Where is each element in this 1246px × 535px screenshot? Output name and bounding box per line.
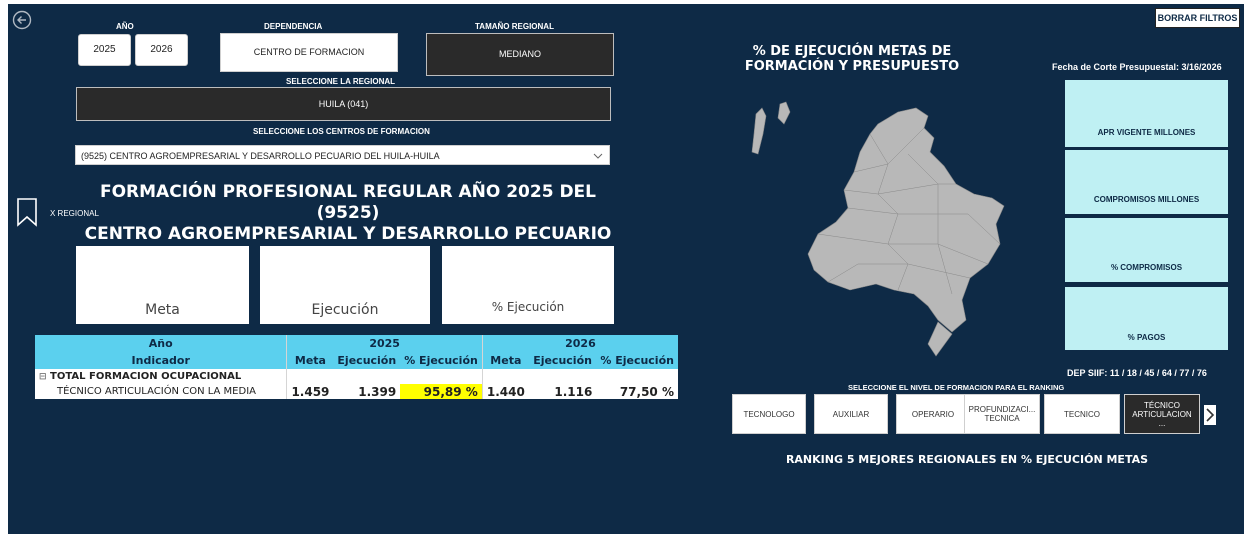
ranking-title: RANKING 5 MEJORES REGIONALES EN % EJECUC… bbox=[785, 453, 1149, 466]
table-subheader-row: Indicador Meta Ejecución % Ejecución Met… bbox=[35, 352, 678, 369]
nivel-auxiliar-button[interactable]: AUXILIAR bbox=[814, 394, 888, 434]
col-pct-2026: % Ejecución bbox=[596, 352, 678, 369]
matrix-table: Año 2025 2026 Indicador Meta Ejecución %… bbox=[35, 335, 678, 399]
nivel-tecnologo-button[interactable]: TECNOLOGO bbox=[732, 394, 806, 434]
map-title-line2: FORMACIÓN Y PRESUPUESTO bbox=[744, 59, 960, 74]
kpi-pct-compromisos: % COMPROMISOS bbox=[1065, 218, 1228, 282]
regional-slicer[interactable]: HUILA (041) bbox=[76, 87, 611, 121]
meta-card: Meta bbox=[76, 246, 249, 324]
chevron-right-icon[interactable] bbox=[1204, 405, 1216, 425]
bookmark-icon[interactable] bbox=[16, 197, 38, 227]
col-ejecucion-2026: Ejecución bbox=[528, 352, 597, 369]
pct-ejecucion-card-label: % Ejecución bbox=[491, 300, 565, 314]
kpi-apr-vigente-label: APR VIGENTE MILLONES bbox=[1097, 128, 1196, 137]
year-2025-header: 2025 bbox=[286, 335, 483, 352]
kpi-pct-pagos-label: % PAGOS bbox=[1127, 333, 1166, 342]
cell-pct-2026: 77,50 % bbox=[596, 384, 678, 399]
colombia-map[interactable] bbox=[738, 94, 1048, 364]
nivel-tecnico-button[interactable]: TECNICO bbox=[1044, 394, 1120, 434]
cell-meta-2025: 1.459 bbox=[286, 384, 334, 399]
year-2026-header: 2026 bbox=[482, 335, 678, 352]
table-header-row: Año 2025 2026 bbox=[35, 335, 678, 352]
nivel-profundizacion-button[interactable]: PROFUNDIZACI... TECNICA bbox=[964, 394, 1040, 434]
tamano-label: TAMAÑO REGIONAL bbox=[475, 22, 554, 31]
dependencia-label: DEPENDENCIA bbox=[264, 22, 323, 31]
fecha-corte-label: Fecha de Corte Presupuestal: 3/16/2026 bbox=[1052, 62, 1222, 72]
year-header: Año bbox=[35, 335, 288, 352]
kpi-apr-vigente: APR VIGENTE MILLONES bbox=[1065, 80, 1228, 147]
cell-ejecucion-2025: 1.399 bbox=[333, 384, 401, 399]
centros-dropdown[interactable]: (9525) CENTRO AGROEMPRESARIAL Y DESARROL… bbox=[75, 145, 610, 165]
chevron-down-icon bbox=[593, 146, 603, 173]
dashboard-canvas: AÑO DEPENDENCIA TAMAÑO REGIONAL 2025 202… bbox=[8, 4, 1244, 534]
tamano-slicer[interactable]: MEDIANO bbox=[426, 33, 614, 76]
pct-ejecucion-card: % Ejecución bbox=[442, 246, 614, 324]
dependencia-slicer[interactable]: CENTRO DE FORMACION bbox=[220, 33, 398, 72]
centros-dropdown-value: (9525) CENTRO AGROEMPRESARIAL Y DESARROL… bbox=[81, 151, 440, 161]
expand-icon[interactable]: ⊟ bbox=[39, 372, 47, 382]
kpi-compromisos: COMPROMISOS MILLONES bbox=[1065, 150, 1228, 214]
kpi-pct-compromisos-label: % COMPROMISOS bbox=[1110, 263, 1183, 272]
cell-pct-2025: 95,89 % bbox=[400, 384, 483, 399]
group-label: TOTAL FORMACION OCUPACIONAL bbox=[50, 371, 242, 382]
regional-label: SELECCIONE LA REGIONAL bbox=[286, 77, 396, 86]
ejecucion-card: Ejecución bbox=[260, 246, 430, 324]
map-title: % DE EJECUCIÓN METAS DE FORMACIÓN Y PRES… bbox=[732, 44, 972, 74]
table-row[interactable]: TÉCNICO ARTICULACIÓN CON LA MEDIA 1.459 … bbox=[35, 384, 678, 399]
row-label: TÉCNICO ARTICULACIÓN CON LA MEDIA bbox=[35, 384, 288, 399]
nivel-tecnico-articulacion-button[interactable]: TÉCNICO ARTICULACION ... bbox=[1124, 394, 1200, 434]
nivel-label: SELECCIONE EL NIVEL DE FORMACION PARA EL… bbox=[848, 383, 1065, 392]
page-title-line1: FORMACIÓN PROFESIONAL REGULAR AÑO 2025 D… bbox=[99, 182, 596, 223]
kpi-pct-pagos: % PAGOS bbox=[1065, 287, 1228, 350]
table-row[interactable]: ⊟ TOTAL FORMACION OCUPACIONAL bbox=[35, 369, 678, 384]
ejecucion-card-label: Ejecución bbox=[311, 302, 379, 318]
borrar-filtros-button[interactable]: BORRAR FILTROS bbox=[1155, 8, 1240, 28]
indicator-header: Indicador bbox=[35, 352, 288, 369]
meta-card-label: Meta bbox=[145, 302, 180, 318]
year-2025-button[interactable]: 2025 bbox=[78, 34, 131, 66]
kpi-compromisos-label: COMPROMISOS MILLONES bbox=[1093, 195, 1200, 204]
col-ejecucion-2025: Ejecución bbox=[333, 352, 401, 369]
year-label: AÑO bbox=[116, 22, 134, 31]
back-arrow-icon[interactable] bbox=[12, 10, 32, 30]
nivel-operario-button[interactable]: OPERARIO bbox=[896, 394, 970, 434]
cell-meta-2026: 1.440 bbox=[482, 384, 529, 399]
dep-siif-label: DEP SIIF: 11 / 18 / 45 / 64 / 77 / 76 bbox=[1067, 368, 1207, 378]
providencia-island bbox=[777, 101, 791, 125]
cell-ejecucion-2026: 1.116 bbox=[528, 384, 597, 399]
san-andres-island bbox=[751, 107, 767, 155]
col-meta-2026: Meta bbox=[482, 352, 529, 369]
col-pct-2025: % Ejecución bbox=[400, 352, 483, 369]
col-meta-2025: Meta bbox=[286, 352, 334, 369]
map-title-line1: % DE EJECUCIÓN METAS DE bbox=[752, 44, 952, 59]
year-2026-button[interactable]: 2026 bbox=[135, 34, 188, 66]
centros-label: SELECCIONE LOS CENTROS DE FORMACION bbox=[253, 127, 430, 136]
